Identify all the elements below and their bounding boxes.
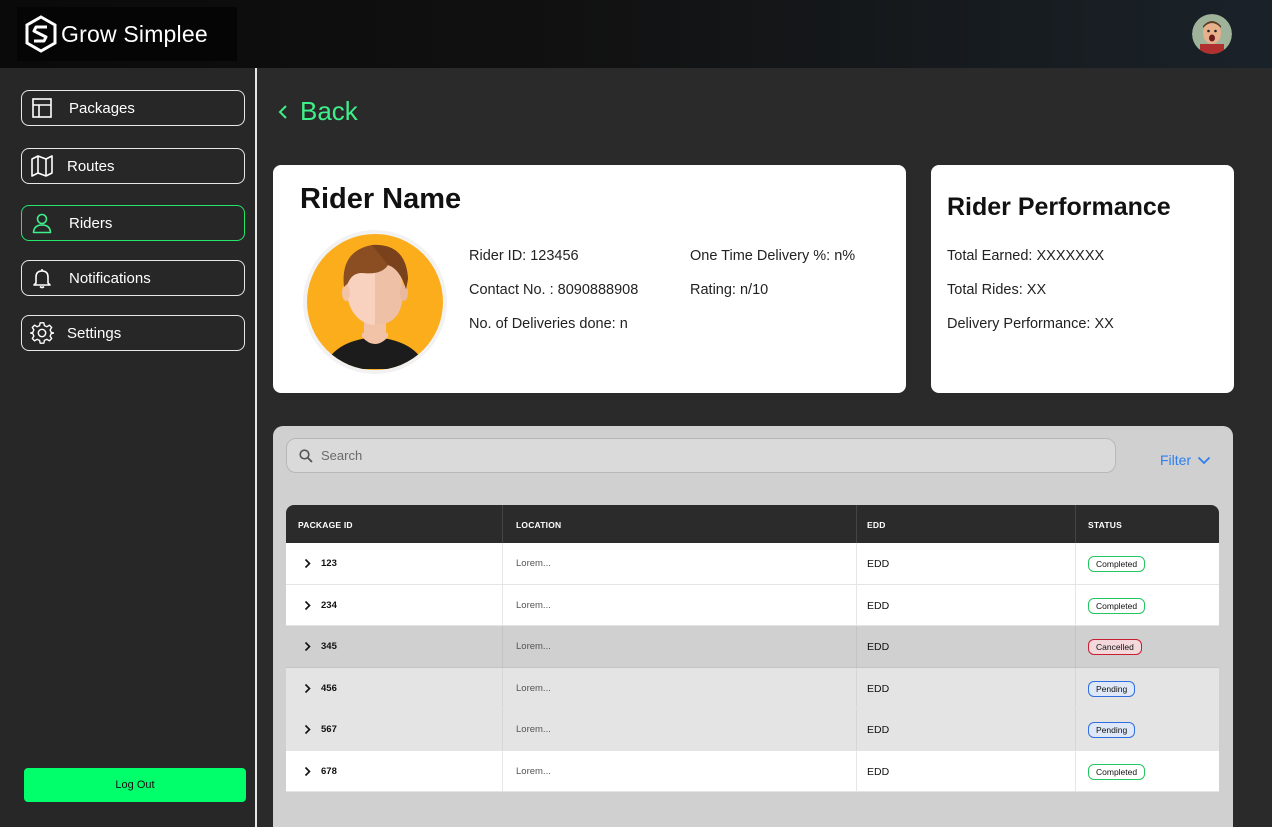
table-row[interactable]: 345 Lorem... EDD Cancelled [286,626,1219,668]
search-box[interactable] [286,438,1116,473]
table-row[interactable]: 234 Lorem... EDD Completed [286,584,1219,626]
table-header: PACKAGE ID LOCATION EDD STATUS [286,505,1219,543]
sidebar-item-label: Notifications [69,269,151,287]
status-badge: Completed [1088,763,1146,780]
top-header: Grow Simplee [0,0,1272,68]
rider-performance-card: Rider Performance Total Earned: XXXXXXX … [931,165,1234,393]
header-status[interactable]: STATUS [1088,520,1122,530]
user-icon [30,211,54,235]
rider-on-time: One Time Delivery %: n% [690,248,856,264]
sidebar-item-riders[interactable]: Riders [21,205,245,241]
chevron-left-icon [278,104,287,119]
package-location: Lorem... [516,641,551,652]
search-icon [299,448,313,463]
sidebar-item-label: Settings [67,324,122,342]
search-input[interactable] [321,448,1101,463]
package-edd: EDD [867,558,890,570]
table-row[interactable]: 678 Lorem... EDD Completed [286,750,1219,792]
chevron-right-icon[interactable] [304,558,311,569]
packages-panel: Filter PACKAGE ID LOCATION EDD STATUS 12… [273,426,1233,827]
header-location[interactable]: LOCATION [516,520,561,530]
sidebar-item-notifications[interactable]: Notifications [21,260,245,296]
rider-contact: Contact No. : 8090888908 [469,282,639,298]
package-location: Lorem... [516,599,551,611]
packages-table: PACKAGE ID LOCATION EDD STATUS 123 Lorem… [286,505,1219,792]
package-id: 345 [321,641,337,652]
rider-avatar [302,229,448,375]
sidebar: Packages Routes Riders Notifications Set… [0,68,257,827]
status-badge: Cancelled [1088,639,1142,655]
package-edd: EDD [867,599,890,612]
package-location: Lorem... [516,724,551,735]
sidebar-item-routes[interactable]: Routes [21,148,245,184]
sidebar-item-label: Packages [69,99,135,117]
bell-icon [30,266,54,290]
header-edd[interactable]: EDD [867,520,886,530]
package-id: 234 [321,599,337,611]
status-badge: Pending [1088,722,1136,738]
rider-id: Rider ID: 123456 [469,248,579,264]
brand-name: Grow Simplee [61,20,208,47]
logout-button[interactable]: Log Out [24,768,246,802]
filter-button[interactable]: Filter [1160,452,1211,468]
chevron-right-icon[interactable] [304,766,311,777]
package-location: Lorem... [516,682,551,694]
layout-icon [30,96,54,120]
delivery-performance: Delivery Performance: XX [947,316,1114,332]
sidebar-item-settings[interactable]: Settings [21,315,245,351]
chevron-right-icon[interactable] [304,600,311,611]
sidebar-item-label: Riders [69,214,113,232]
table-row[interactable]: 123 Lorem... EDD Completed [286,543,1219,585]
package-edd: EDD [867,765,890,778]
package-id: 456 [321,682,337,694]
table-row[interactable]: 567 Lorem... EDD Pending [286,709,1219,751]
chevron-right-icon[interactable] [304,641,311,652]
performance-title: Rider Performance [947,193,1171,221]
back-label: Back [300,96,358,126]
package-id: 123 [321,558,337,569]
total-rides: Total Rides: XX [947,282,1047,298]
rider-rating: Rating: n/10 [690,282,769,298]
header-package-id[interactable]: PACKAGE ID [298,520,353,530]
back-link[interactable]: Back [278,96,358,127]
chevron-right-icon[interactable] [304,724,311,735]
package-edd: EDD [867,724,890,736]
rider-details-card: Rider Name Rider ID: 123456 Contact No. … [273,165,906,393]
package-edd: EDD [867,641,890,653]
gear-icon [30,321,54,345]
sidebar-item-label: Routes [67,157,115,175]
status-badge: Completed [1088,556,1146,572]
logo-icon [25,15,57,53]
total-earned: Total Earned: XXXXXXX [947,248,1105,264]
table-row[interactable]: 456 Lorem... EDD Pending [286,667,1219,709]
rider-deliveries: No. of Deliveries done: n [469,316,628,332]
status-badge: Completed [1088,597,1146,614]
package-location: Lorem... [516,765,551,777]
package-edd: EDD [867,682,890,695]
filter-label: Filter [1160,452,1192,468]
rider-name-title: Rider Name [300,183,462,215]
package-location: Lorem... [516,558,551,569]
map-icon [30,154,54,178]
chevron-right-icon[interactable] [304,683,311,694]
package-id: 678 [321,765,337,777]
brand-logo[interactable]: Grow Simplee [17,7,237,61]
sidebar-item-packages[interactable]: Packages [21,90,245,126]
package-id: 567 [321,724,337,735]
status-badge: Pending [1088,680,1136,697]
user-avatar[interactable] [1192,14,1232,54]
chevron-down-icon [1197,456,1211,464]
